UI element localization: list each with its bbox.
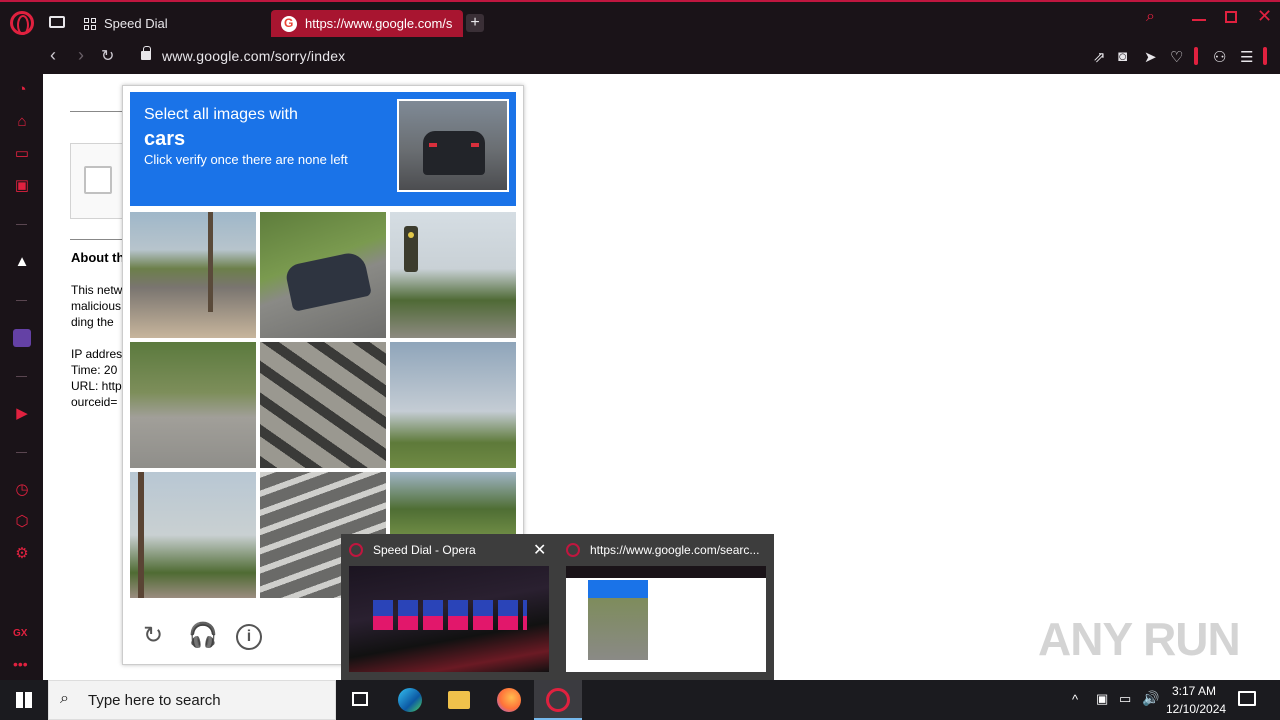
sidebar-divider	[16, 300, 27, 301]
network-icon[interactable]: ▭	[1119, 691, 1131, 707]
player-icon[interactable]: ▶	[13, 405, 31, 423]
new-tab-button[interactable]: +	[466, 14, 484, 32]
easy-setup-icon[interactable]: ☰	[1240, 48, 1253, 66]
google-page-thumbnail[interactable]	[566, 566, 766, 672]
clock-time[interactable]: 3:17 AM	[1172, 684, 1216, 698]
twitch-icon[interactable]	[13, 329, 31, 347]
opera-menu-icon[interactable]	[10, 11, 34, 35]
tab-label: https://www.google.com/s	[305, 16, 453, 31]
thumbnail-title: https://www.google.com/searc...	[590, 543, 760, 557]
page-divider	[70, 239, 130, 240]
sidebar-divider	[16, 452, 27, 453]
notifications-icon[interactable]	[1238, 691, 1256, 706]
account-icon[interactable]: ⚇	[1213, 48, 1226, 66]
recaptcha-checkbox[interactable]	[84, 166, 112, 194]
opera-taskbar-icon	[546, 688, 570, 712]
reload-button[interactable]: ↻	[101, 46, 114, 66]
anyrun-watermark: ANY RUN	[1038, 613, 1241, 665]
detail-ip: IP addres	[71, 347, 123, 361]
page-divider	[70, 111, 130, 112]
thumbnail-title: Speed Dial - Opera	[373, 543, 476, 557]
minimize-button[interactable]	[1192, 19, 1206, 21]
accent-divider	[1263, 47, 1267, 65]
opera-window-icon	[566, 543, 580, 557]
search-icon: ⌕	[60, 690, 69, 707]
image-tile-3[interactable]	[390, 212, 516, 338]
search-tabs-icon[interactable]: ⌕	[1146, 8, 1155, 26]
about-heading: About th	[71, 250, 125, 265]
history-clock-icon[interactable]: ◷	[13, 481, 31, 499]
sample-car-image	[397, 99, 509, 192]
sidebar-divider	[16, 224, 27, 225]
browser-titlebar	[0, 0, 1280, 40]
task-view-icon[interactable]	[352, 692, 368, 706]
detail-url: URL: http	[71, 379, 122, 393]
image-tile-2[interactable]	[260, 212, 386, 338]
help-info-icon[interactable]: i	[236, 624, 262, 650]
url-field[interactable]: www.google.com/sorry/index	[162, 48, 345, 64]
about-line: ding the	[71, 315, 114, 329]
challenge-hint: Click verify once there are none left	[144, 152, 348, 167]
share-icon[interactable]: ⇗	[1093, 48, 1106, 66]
image-tile-1[interactable]	[130, 212, 256, 338]
search-placeholder: Type here to search	[88, 692, 221, 709]
file-explorer-icon[interactable]	[448, 691, 470, 709]
back-button[interactable]: ‹	[50, 45, 56, 66]
sidebar-divider	[16, 376, 27, 377]
firefox-icon[interactable]	[497, 688, 521, 712]
workspace-icon[interactable]	[49, 16, 65, 28]
opera-window-icon	[349, 543, 363, 557]
settings-gear-icon[interactable]: ⚙	[13, 545, 31, 563]
close-window-button[interactable]: ✕	[1257, 6, 1272, 27]
snapshot-camera-icon[interactable]: ◙	[1118, 48, 1127, 65]
google-favicon-icon	[281, 15, 297, 32]
image-tile-4[interactable]	[130, 342, 256, 468]
extensions-cube-icon[interactable]: ⬡	[13, 513, 31, 531]
detail-time: Time: 20	[71, 363, 118, 377]
about-line: malicious	[71, 299, 122, 313]
tab-label: Speed Dial	[104, 16, 168, 31]
image-tile-5[interactable]	[260, 342, 386, 468]
image-tile-6[interactable]	[390, 342, 516, 468]
tab-speed-dial[interactable]: Speed Dial	[74, 10, 178, 37]
gx-label[interactable]: GX	[13, 628, 27, 639]
volume-icon[interactable]: 🔊	[1142, 690, 1159, 707]
tab-google[interactable]: https://www.google.com/s	[271, 10, 463, 37]
restore-button[interactable]	[1225, 11, 1237, 23]
bookmark-heart-icon[interactable]: ♡	[1170, 48, 1183, 66]
start-windows-icon[interactable]	[16, 692, 32, 708]
speed-dial-icon	[84, 17, 96, 30]
lock-icon	[141, 46, 151, 60]
forward-button[interactable]: ›	[78, 45, 84, 66]
speed-gauge-icon[interactable]: ◔	[13, 81, 31, 99]
show-hidden-icons-icon[interactable]: ^	[1072, 692, 1078, 707]
about-line: This netw	[71, 283, 123, 297]
aria-icon[interactable]: ▲	[13, 253, 31, 271]
audio-challenge-icon[interactable]: 🎧	[188, 624, 218, 650]
detail-sourceid: ourceid=	[71, 395, 118, 409]
close-thumbnail-icon[interactable]: ✕	[533, 540, 546, 560]
reload-challenge-icon[interactable]: ↻	[140, 624, 166, 650]
display-icon[interactable]: ▭	[13, 145, 31, 163]
clock-date[interactable]: 12/10/2024	[1166, 702, 1226, 716]
image-tile-7[interactable]	[130, 472, 256, 598]
memory-limiter-icon[interactable]: ▣	[13, 177, 31, 195]
challenge-target: cars	[144, 128, 186, 150]
gx-sidebar	[0, 40, 43, 680]
speed-dial-thumbnail[interactable]	[349, 566, 549, 672]
accent-divider	[1194, 47, 1198, 65]
challenge-instruction: Select all images with	[144, 106, 298, 123]
gx-corner-icon[interactable]: ⌂	[13, 113, 31, 131]
image-tile-9[interactable]	[390, 472, 516, 534]
edge-icon[interactable]	[398, 688, 422, 712]
meet-now-icon[interactable]: ▣	[1096, 691, 1108, 707]
send-icon[interactable]: ➤	[1144, 48, 1157, 66]
sidebar-more-icon[interactable]: •••	[13, 656, 28, 672]
